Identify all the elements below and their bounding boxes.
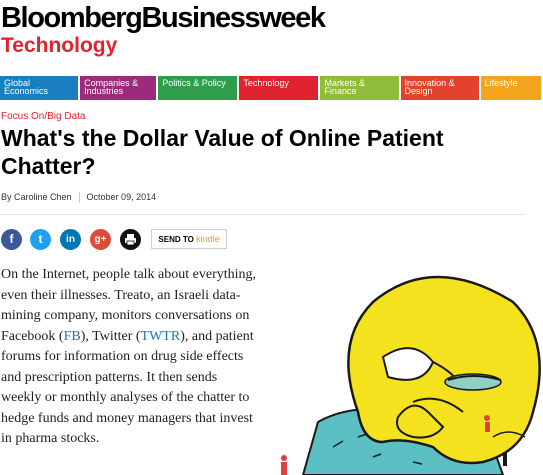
section-title[interactable]: Technology — [1, 35, 117, 57]
nav-companies-industries[interactable]: Companies & Industries — [80, 76, 157, 100]
publish-date: October 09, 2014 — [86, 192, 157, 202]
article-title: What's the Dollar Value of Online Patien… — [1, 125, 444, 179]
twitter-share-button[interactable]: t — [30, 229, 51, 250]
nav-label: Politics & Policy — [162, 78, 226, 88]
ticker-link-twtr[interactable]: TWTR — [141, 329, 181, 344]
byline: By Caroline Chen October 09, 2014 — [1, 192, 157, 204]
facebook-share-button[interactable]: f — [1, 229, 22, 250]
nav-label: Technology — [243, 78, 289, 88]
nav-global-economics[interactable]: Global Economics — [0, 76, 79, 100]
kindle-label: kindle — [196, 234, 220, 244]
nav-label: Innovation & Design — [404, 78, 455, 96]
nav-markets-finance[interactable]: Markets & Finance — [320, 76, 399, 100]
nav-innovation-design[interactable]: Innovation & Design — [400, 76, 479, 100]
nav-technology[interactable]: Technology — [239, 76, 319, 100]
article-kicker[interactable]: Focus On/Big Data — [1, 111, 85, 122]
divider — [1, 214, 525, 215]
nav-politics-policy[interactable]: Politics & Policy — [158, 76, 238, 100]
body-text: ), Twitter ( — [80, 328, 141, 344]
byline-divider — [78, 192, 80, 204]
author[interactable]: By Caroline Chen — [1, 192, 72, 202]
linkedin-share-button[interactable]: in — [60, 229, 81, 250]
ticker-link-fb[interactable]: FB — [64, 329, 81, 344]
nav-label: Companies & Industries — [84, 78, 139, 96]
linkedin-icon: in — [66, 234, 75, 245]
nav-label: Lifestyle — [484, 78, 518, 88]
googleplus-share-button[interactable]: g+ — [90, 229, 111, 250]
brand-logo[interactable]: BloombergBusinessweek — [1, 3, 326, 33]
googleplus-icon: g+ — [94, 234, 107, 245]
nav-label: Markets & Finance — [324, 78, 365, 96]
send-to-kindle-button[interactable]: SEND TO kindle — [151, 229, 227, 249]
nav-label: Global Economics — [4, 78, 49, 96]
print-icon — [125, 234, 136, 246]
send-to-label: SEND TO — [158, 235, 194, 244]
section-nav: Global Economics Companies & Industries … — [0, 76, 543, 100]
facebook-icon: f — [9, 232, 14, 246]
twitter-icon: t — [38, 232, 43, 246]
article-illustration — [281, 275, 541, 475]
print-button[interactable] — [120, 229, 141, 250]
body-text: ), and patient forums for information on… — [1, 328, 254, 447]
nav-lifestyle[interactable]: Lifestyle — [480, 76, 541, 100]
article-body: On the Internet, people talk about every… — [1, 265, 259, 450]
